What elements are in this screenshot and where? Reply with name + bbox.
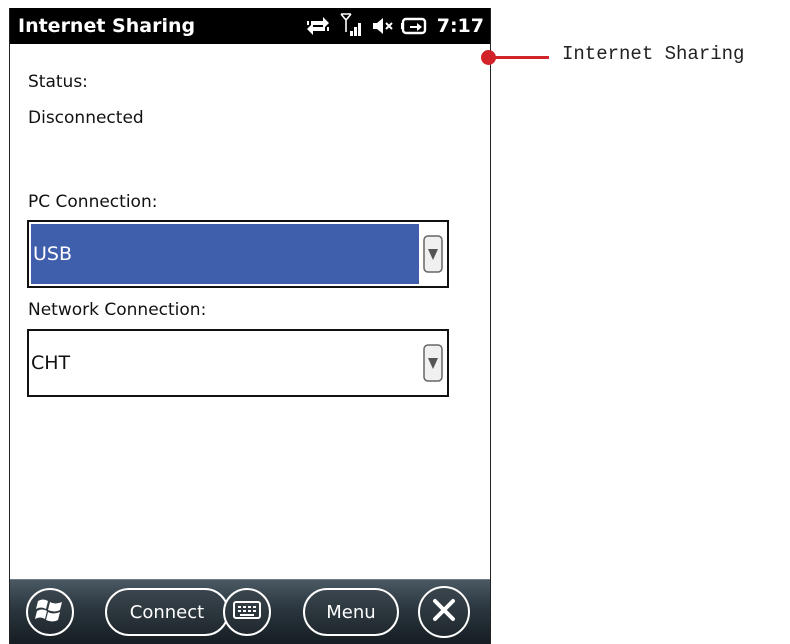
pc-connection-dropdown[interactable]: USB bbox=[27, 220, 449, 288]
clock[interactable]: 7:17 bbox=[437, 15, 484, 37]
menu-button[interactable]: Menu bbox=[303, 588, 399, 636]
pc-connection-label: PC Connection: bbox=[28, 192, 158, 212]
keyboard-button[interactable] bbox=[223, 588, 271, 636]
network-connection-label: Network Connection: bbox=[28, 300, 207, 320]
device-screen: Internet Sharing 7:17 Status: Disconnect… bbox=[9, 8, 491, 644]
signal-strength-icon[interactable] bbox=[339, 12, 365, 40]
softkey-bar: Connect Menu bbox=[10, 579, 490, 644]
network-connection-dropdown[interactable]: CHT bbox=[27, 329, 449, 397]
sync-arrows-icon[interactable] bbox=[305, 15, 331, 37]
speaker-muted-icon[interactable] bbox=[371, 15, 395, 37]
start-button[interactable] bbox=[26, 588, 74, 636]
connect-button[interactable]: Connect bbox=[105, 588, 229, 636]
connect-button-label: Connect bbox=[129, 601, 205, 623]
callout-label: Internet Sharing bbox=[562, 43, 745, 65]
menu-button-label: Menu bbox=[326, 601, 376, 623]
network-connection-value: CHT bbox=[31, 352, 71, 374]
windows-start-icon bbox=[35, 596, 65, 629]
status-value: Disconnected bbox=[28, 108, 144, 128]
status-icons: 7:17 bbox=[305, 8, 484, 44]
pc-connection-value: USB bbox=[31, 224, 419, 284]
close-button[interactable] bbox=[418, 586, 470, 638]
app-title: Internet Sharing bbox=[18, 15, 196, 37]
dropdown-arrow-icon[interactable] bbox=[423, 235, 443, 273]
close-icon bbox=[430, 596, 458, 629]
status-label: Status: bbox=[28, 72, 88, 92]
title-bar: Internet Sharing 7:17 bbox=[10, 8, 490, 44]
keyboard-icon bbox=[233, 600, 261, 625]
battery-charging-icon[interactable] bbox=[400, 15, 429, 37]
callout-dot bbox=[481, 50, 496, 65]
dropdown-arrow-icon[interactable] bbox=[423, 344, 443, 382]
